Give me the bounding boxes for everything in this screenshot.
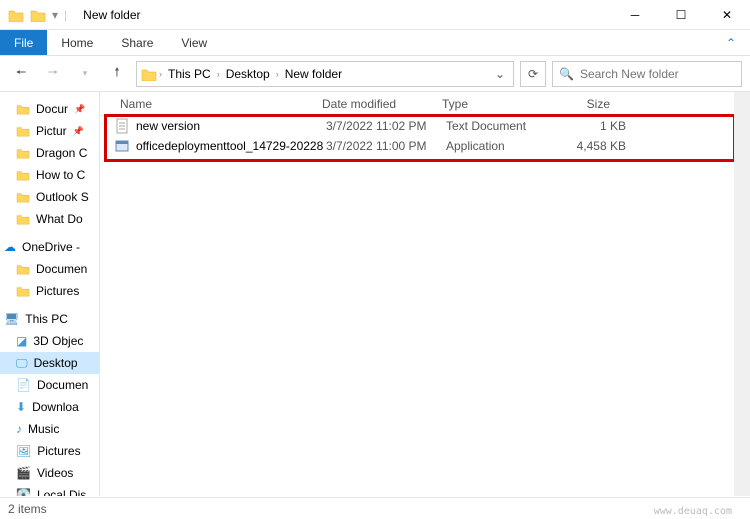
address-dropdown-icon[interactable]: ⌄ bbox=[491, 67, 509, 81]
nav-item-desktop[interactable]: 🖵Desktop bbox=[0, 352, 99, 374]
status-text: 2 items bbox=[8, 502, 47, 516]
nav-item[interactable]: 💽Local Dis bbox=[0, 484, 99, 496]
crumb-thispc[interactable]: This PC bbox=[164, 67, 215, 81]
tab-share[interactable]: Share bbox=[107, 30, 167, 55]
music-icon: ♪ bbox=[16, 422, 22, 436]
file-name: officedeploymenttool_14729-20228 bbox=[136, 139, 326, 153]
recent-dropdown[interactable]: ▾ bbox=[72, 61, 98, 87]
nav-item[interactable]: Docur📌 bbox=[0, 98, 99, 120]
close-button[interactable]: ✕ bbox=[704, 0, 750, 30]
search-field[interactable] bbox=[580, 67, 735, 81]
nav-item[interactable]: 🎬Videos bbox=[0, 462, 99, 484]
forward-button[interactable]: 🠖 bbox=[40, 61, 66, 87]
window-title: New folder bbox=[75, 8, 140, 22]
chevron-right-icon[interactable]: › bbox=[276, 69, 279, 79]
up-button[interactable]: 🠕 bbox=[104, 61, 130, 87]
crumb-desktop[interactable]: Desktop bbox=[222, 67, 274, 81]
pin-icon: 📌 bbox=[74, 104, 85, 115]
qab-divider: ▾ bbox=[52, 8, 58, 22]
folder-icon bbox=[16, 147, 30, 159]
pictures-icon: 🖼 bbox=[16, 444, 31, 458]
file-size: 4,458 KB bbox=[556, 139, 626, 153]
objects-icon: ◪ bbox=[16, 334, 27, 348]
refresh-button[interactable]: ⟳ bbox=[520, 61, 546, 87]
videos-icon: 🎬 bbox=[16, 466, 31, 480]
folder-icon bbox=[141, 67, 157, 81]
nav-onedrive[interactable]: ☁OneDrive - bbox=[0, 236, 99, 258]
folder-icon bbox=[16, 169, 30, 181]
ribbon-expand-icon[interactable]: ⌃ bbox=[712, 30, 750, 55]
documents-icon: 📄 bbox=[16, 378, 31, 392]
nav-item[interactable]: How to C bbox=[0, 164, 99, 186]
file-row[interactable]: new version 3/7/2022 11:02 PM Text Docum… bbox=[100, 116, 750, 136]
nav-item[interactable]: 📄Documen bbox=[0, 374, 99, 396]
column-type[interactable]: Type bbox=[436, 97, 546, 111]
file-type: Text Document bbox=[446, 119, 556, 133]
nav-item[interactable]: Pictures bbox=[0, 280, 99, 302]
file-date: 3/7/2022 11:00 PM bbox=[326, 139, 446, 153]
folder-icon bbox=[16, 103, 30, 115]
file-type: Application bbox=[446, 139, 556, 153]
folder-icon bbox=[16, 263, 30, 275]
chevron-right-icon[interactable]: › bbox=[159, 69, 162, 79]
minimize-button[interactable]: ─ bbox=[612, 0, 658, 30]
column-date[interactable]: Date modified bbox=[316, 97, 436, 111]
folder-icon bbox=[16, 285, 30, 297]
exe-file-icon bbox=[114, 138, 130, 154]
crumb-newfolder[interactable]: New folder bbox=[281, 67, 346, 81]
text-file-icon bbox=[114, 118, 130, 134]
folder-icon bbox=[30, 8, 46, 22]
nav-item[interactable]: What Do bbox=[0, 208, 99, 230]
file-date: 3/7/2022 11:02 PM bbox=[326, 119, 446, 133]
nav-item[interactable]: Pictur📌 bbox=[0, 120, 99, 142]
file-name: new version bbox=[136, 119, 326, 133]
folder-icon bbox=[16, 213, 30, 225]
nav-item[interactable]: Dragon C bbox=[0, 142, 99, 164]
nav-tree[interactable]: Docur📌 Pictur📌 Dragon C How to C Outlook… bbox=[0, 92, 100, 496]
nav-item[interactable]: ♪Music bbox=[0, 418, 99, 440]
tab-view[interactable]: View bbox=[167, 30, 221, 55]
tab-home[interactable]: Home bbox=[47, 30, 107, 55]
address-bar[interactable]: › This PC › Desktop › New folder ⌄ bbox=[136, 61, 514, 87]
tab-file[interactable]: File bbox=[0, 30, 47, 55]
nav-item[interactable]: 🖼Pictures bbox=[0, 440, 99, 462]
file-row[interactable]: officedeploymenttool_14729-20228 3/7/202… bbox=[100, 136, 750, 156]
chevron-right-icon[interactable]: › bbox=[217, 69, 220, 79]
desktop-icon: 🖵 bbox=[16, 356, 28, 371]
folder-icon bbox=[8, 8, 24, 22]
file-grid[interactable]: new version 3/7/2022 11:02 PM Text Docum… bbox=[100, 116, 750, 156]
column-size[interactable]: Size bbox=[546, 97, 616, 111]
file-size: 1 KB bbox=[556, 119, 626, 133]
scrollbar[interactable] bbox=[734, 92, 750, 496]
back-button[interactable]: 🠔 bbox=[8, 61, 34, 87]
nav-item[interactable]: ◪3D Objec bbox=[0, 330, 99, 352]
nav-item[interactable]: Documen bbox=[0, 258, 99, 280]
qab-divider: | bbox=[64, 8, 67, 22]
search-icon: 🔍 bbox=[559, 67, 574, 81]
folder-icon bbox=[16, 191, 30, 203]
maximize-button[interactable]: ☐ bbox=[658, 0, 704, 30]
nav-item[interactable]: Outlook S bbox=[0, 186, 99, 208]
column-header-row: Name Date modified Type Size bbox=[100, 92, 750, 116]
drive-icon: 💽 bbox=[16, 488, 31, 496]
downloads-icon: ⬇ bbox=[16, 400, 26, 414]
search-input[interactable]: 🔍 bbox=[552, 61, 742, 87]
column-name[interactable]: Name bbox=[114, 97, 316, 111]
folder-icon bbox=[16, 125, 30, 137]
watermark: www.deuaq.com bbox=[654, 506, 732, 517]
nav-item[interactable]: ⬇Downloa bbox=[0, 396, 99, 418]
pin-icon: 📌 bbox=[73, 126, 84, 137]
nav-thispc[interactable]: 🖥This PC bbox=[0, 308, 99, 330]
cloud-icon: ☁ bbox=[4, 240, 16, 254]
pc-icon: 🖥 bbox=[4, 312, 19, 326]
